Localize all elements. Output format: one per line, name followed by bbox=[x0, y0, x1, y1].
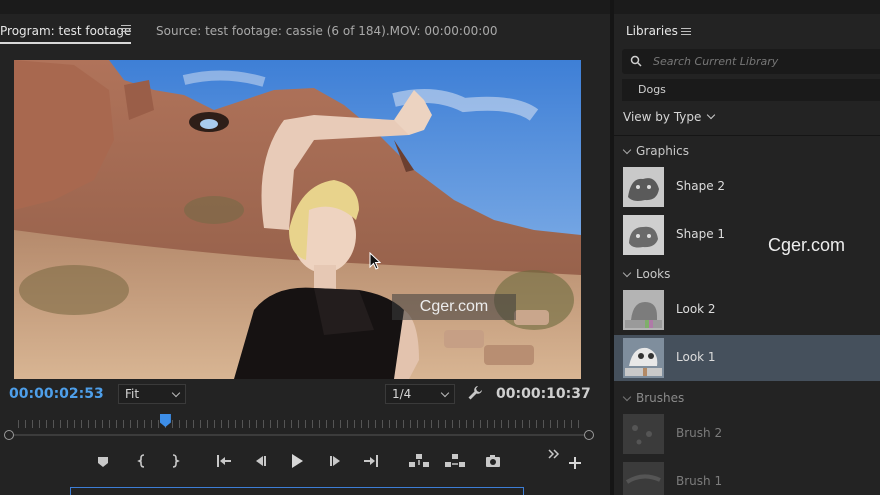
mark-out-button[interactable] bbox=[166, 452, 184, 470]
monitor-control-row: 00:00:02:53 Fit 1/4 00:00:10:37 bbox=[0, 381, 610, 407]
item-label: Brush 2 bbox=[676, 426, 723, 440]
transport-controls bbox=[0, 448, 610, 474]
video-frame-image bbox=[14, 60, 581, 379]
monitor-tab-bar: Program: test footage Source: test foota… bbox=[0, 14, 610, 48]
extract-icon bbox=[445, 454, 465, 467]
timeline-panel-edge bbox=[70, 487, 524, 495]
view-by-dropdown[interactable]: View by Type bbox=[623, 110, 716, 124]
step-forward-icon bbox=[330, 456, 340, 466]
extract-button[interactable] bbox=[444, 452, 466, 470]
out-point-handle[interactable] bbox=[584, 430, 594, 440]
go-to-out-icon bbox=[364, 455, 378, 467]
duration-timecode: 00:00:10:37 bbox=[496, 386, 591, 402]
add-marker-button[interactable] bbox=[94, 452, 112, 470]
libraries-panel: Libraries Search Current Library Dogs Vi… bbox=[614, 0, 880, 495]
current-timecode[interactable]: 00:00:02:53 bbox=[9, 386, 104, 402]
wrench-settings-icon[interactable] bbox=[467, 385, 483, 401]
tab-source-label: Source: test footage: cassie (6 of 184).… bbox=[156, 24, 498, 38]
lift-button[interactable] bbox=[408, 452, 430, 470]
export-frame-button[interactable] bbox=[484, 452, 502, 470]
tab-source-monitor[interactable]: Source: test footage: cassie (6 of 184).… bbox=[156, 24, 498, 38]
section-graphics-header[interactable]: Graphics bbox=[614, 141, 880, 163]
item-label: Look 1 bbox=[676, 350, 716, 364]
libraries-title[interactable]: Libraries bbox=[626, 24, 678, 38]
item-label: Look 2 bbox=[676, 302, 716, 316]
add-marker-icon bbox=[98, 457, 108, 467]
library-selector[interactable]: Dogs bbox=[622, 79, 880, 101]
playback-resolution-dropdown[interactable]: 1/4 bbox=[385, 384, 455, 404]
section-brushes-label: Brushes bbox=[636, 391, 685, 405]
playback-resolution-value: 1/4 bbox=[392, 387, 412, 401]
panel-top-edge bbox=[0, 0, 610, 14]
view-by-label: View by Type bbox=[623, 110, 702, 124]
time-ruler[interactable] bbox=[4, 412, 594, 444]
button-editor-button[interactable] bbox=[566, 454, 584, 472]
go-to-in-icon bbox=[217, 455, 231, 467]
step-forward-button[interactable] bbox=[327, 452, 345, 470]
look-thumbnail-icon bbox=[623, 338, 664, 378]
panel-menu-icon[interactable] bbox=[121, 25, 131, 34]
panel-top-edge bbox=[614, 0, 880, 14]
item-label: Brush 1 bbox=[676, 474, 723, 488]
library-name: Dogs bbox=[638, 83, 666, 96]
go-to-out-button[interactable] bbox=[362, 452, 380, 470]
chevron-down-icon bbox=[622, 392, 632, 402]
video-preview[interactable]: Cger.com bbox=[14, 60, 581, 379]
play-icon bbox=[292, 454, 303, 468]
in-point-handle[interactable] bbox=[4, 430, 14, 440]
chevron-down-icon bbox=[622, 145, 632, 155]
search-icon bbox=[630, 55, 642, 67]
library-item-shape-2[interactable]: Shape 2 bbox=[614, 164, 880, 210]
panel-watermark: Cger.com bbox=[768, 235, 846, 255]
chevron-down-icon bbox=[171, 388, 181, 398]
mark-out-icon bbox=[172, 454, 180, 468]
look-thumbnail-icon bbox=[623, 290, 664, 330]
divider bbox=[614, 135, 880, 136]
export-frame-icon bbox=[486, 455, 500, 467]
library-item-look-2[interactable]: Look 2 bbox=[614, 287, 880, 333]
search-placeholder: Search Current Library bbox=[653, 55, 779, 68]
tab-program-monitor[interactable]: Program: test footage bbox=[0, 24, 132, 44]
step-back-button[interactable] bbox=[251, 452, 269, 470]
library-item-brush-1[interactable]: Brush 1 bbox=[614, 459, 880, 495]
video-watermark: Cger.com bbox=[392, 294, 516, 320]
brush-thumbnail-icon bbox=[623, 462, 664, 495]
mark-in-button[interactable] bbox=[133, 452, 151, 470]
mouse-cursor-icon bbox=[369, 252, 381, 270]
mark-in-icon bbox=[137, 454, 145, 468]
shape-thumbnail-icon bbox=[623, 167, 664, 207]
section-graphics-label: Graphics bbox=[636, 144, 689, 158]
library-search-input[interactable]: Search Current Library bbox=[622, 49, 880, 74]
go-to-in-button[interactable] bbox=[215, 452, 233, 470]
item-label: Shape 1 bbox=[676, 227, 726, 241]
lift-icon bbox=[409, 454, 429, 467]
play-button[interactable] bbox=[288, 452, 306, 470]
active-tab-underline bbox=[0, 42, 131, 44]
more-icon bbox=[548, 449, 560, 459]
scrub-bar[interactable] bbox=[8, 434, 590, 436]
step-back-icon bbox=[256, 456, 266, 466]
section-brushes-header[interactable]: Brushes bbox=[614, 388, 880, 410]
section-looks-label: Looks bbox=[636, 267, 671, 281]
chevron-down-icon bbox=[622, 268, 632, 278]
more-controls-button[interactable] bbox=[545, 446, 563, 464]
zoom-level-dropdown[interactable]: Fit bbox=[118, 384, 186, 404]
shape-thumbnail-icon bbox=[623, 215, 664, 255]
add-button-icon bbox=[569, 457, 581, 469]
zoom-level-value: Fit bbox=[125, 387, 140, 401]
ruler-ticks bbox=[18, 420, 583, 428]
program-monitor-panel: Program: test footage Source: test foota… bbox=[0, 0, 610, 495]
section-looks-header[interactable]: Looks bbox=[614, 264, 880, 286]
library-item-brush-2[interactable]: Brush 2 bbox=[614, 411, 880, 457]
chevron-down-icon bbox=[440, 388, 450, 398]
brush-thumbnail-icon bbox=[623, 414, 664, 454]
chevron-down-icon bbox=[707, 110, 716, 120]
item-label: Shape 2 bbox=[676, 179, 726, 193]
tab-program-label: Program: test footage bbox=[0, 24, 132, 38]
panel-menu-icon[interactable] bbox=[681, 28, 691, 37]
library-item-look-1[interactable]: Look 1 bbox=[614, 335, 880, 381]
